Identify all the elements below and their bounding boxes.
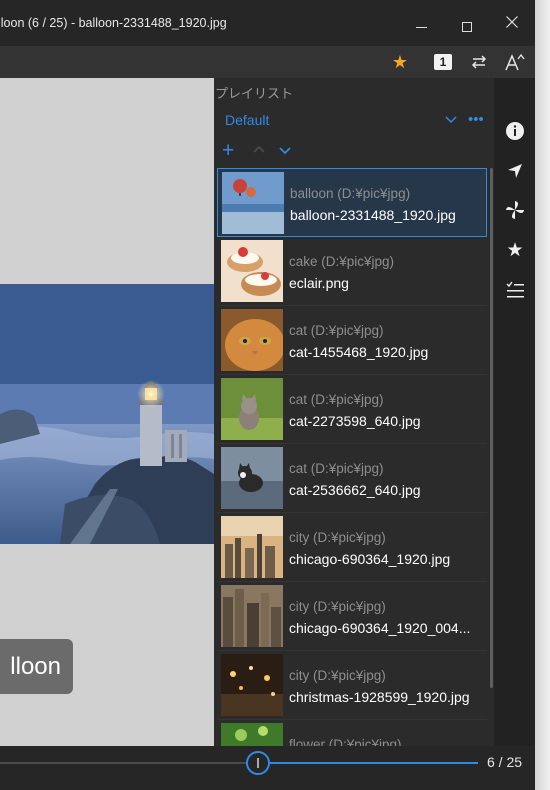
favorite-button[interactable]: ★ [390,46,410,78]
list-item[interactable]: cake (D:¥pic¥jpg) eclair.png [217,237,487,306]
minimize-button[interactable] [398,0,444,46]
thumbnail-cat [221,447,283,509]
navigate-button[interactable] [502,158,528,184]
item-name: cat-2536662_640.jpg [289,482,421,498]
item-name: chicago-690364_1920.jpg [289,551,451,567]
image-viewer[interactable]: lloon [0,78,214,746]
star-icon: ★ [391,51,409,72]
scrollbar-thumb[interactable] [490,168,493,688]
playlist-scrollbar[interactable] [490,168,493,728]
app-window: lloon (6 / 25) - balloon-2331488_1920.jp… [0,0,535,790]
list-item[interactable]: city (D:¥pic¥jpg) christmas-1928599_1920… [217,651,487,720]
maximize-icon [462,22,472,32]
list-item[interactable]: flower (D:¥pic¥jpg) [217,720,487,746]
playlist-dropdown-button[interactable] [444,112,458,131]
favorites-button[interactable]: ★ [502,237,528,263]
item-folder: cake (D:¥pic¥jpg) [289,254,395,269]
thumbnail-cat [221,309,283,371]
item-folder: balloon (D:¥pic¥jpg) [290,186,411,201]
item-folder: cat (D:¥pic¥jpg) [289,323,384,338]
favorite-star-icon: ★ [506,239,524,261]
move-up-button[interactable] [251,142,267,162]
item-folder: flower (D:¥pic¥jpg) [289,737,402,746]
right-sidebar: ★ [494,78,535,746]
add-to-playlist-button[interactable]: + [222,140,234,162]
checklist-icon [506,281,524,298]
thumbnail-city [221,585,283,647]
list-item[interactable]: cat (D:¥pic¥jpg) cat-2273598_640.jpg [217,375,487,444]
info-icon [506,122,524,140]
thumbnail-city [221,654,283,716]
chevron-down-icon [445,116,457,124]
item-name: eclair.png [289,275,349,291]
list-item[interactable]: city (D:¥pic¥jpg) chicago-690364_1920_00… [217,582,487,651]
thumbnail-cake [221,240,283,302]
swap-direction-icon [471,55,487,69]
window-shadow [535,0,550,790]
item-name: cat-1455468_1920.jpg [289,344,429,360]
font-size-button[interactable] [502,46,528,78]
slider-track-active[interactable] [268,762,478,764]
page-indicator: 6 / 25 [487,754,523,770]
slider-track[interactable] [0,762,247,764]
page-slider-bar: 6 / 25 [0,746,535,790]
info-button[interactable] [502,118,528,144]
window-title: lloon (6 / 25) - balloon-2331488_1920.jp… [0,16,227,30]
maximize-button[interactable] [444,0,490,46]
pinwheel-icon [506,201,524,219]
page-mode-label: 1 [434,54,452,70]
thumbnail-city [221,516,283,578]
font-size-icon [505,53,525,71]
item-name: cat-2273598_640.jpg [289,413,421,429]
item-folder: cat (D:¥pic¥jpg) [289,461,384,476]
slider-thumb[interactable] [246,751,270,775]
item-name: balloon-2331488_1920.jpg [290,207,456,223]
item-folder: city (D:¥pic¥jpg) [289,668,386,683]
chevron-down-icon [279,147,291,155]
swap-direction-button[interactable] [466,46,492,78]
item-folder: city (D:¥pic¥jpg) [289,530,386,545]
page-mode-button[interactable]: 1 [432,46,454,78]
playlist-selector[interactable]: Default [225,112,269,128]
playlist-title: プレイリスト [215,86,294,101]
effect-button[interactable] [502,197,528,223]
lighthouse-photo [0,284,214,544]
playlist-toggle-button[interactable] [502,277,528,303]
list-item[interactable]: city (D:¥pic¥jpg) chicago-690364_1920.jp… [217,513,487,582]
list-item[interactable]: cat (D:¥pic¥jpg) cat-1455468_1920.jpg [217,306,487,375]
list-item[interactable]: cat (D:¥pic¥jpg) cat-2536662_640.jpg [217,444,487,513]
list-item[interactable]: balloon (D:¥pic¥jpg) balloon-2331488_192… [217,168,487,237]
move-down-button[interactable] [277,142,293,162]
chevron-up-icon [253,145,265,153]
item-folder: city (D:¥pic¥jpg) [289,599,386,614]
toolbar: ★ 1 [0,46,535,78]
playlist-more-button[interactable]: ••• [468,111,484,128]
thumbnail-balloon [222,172,284,234]
close-icon [506,16,518,28]
item-name: chicago-690364_1920_004... [289,620,471,636]
item-folder: cat (D:¥pic¥jpg) [289,392,384,407]
item-name: christmas-1928599_1920.jpg [289,689,470,705]
playlist-panel: プレイリスト Default ••• + balloon (D:¥pic¥jpg… [214,78,494,746]
minimize-icon [416,27,427,28]
playlist-items: balloon (D:¥pic¥jpg) balloon-2331488_192… [217,168,487,746]
thumbnail-flower [221,723,283,746]
navigate-icon [508,164,522,178]
slider-thumb-grip [257,758,259,768]
image-caption: lloon [0,639,73,694]
thumbnail-cat [221,378,283,440]
close-button[interactable] [489,0,535,46]
title-bar: lloon (6 / 25) - balloon-2331488_1920.jp… [0,0,535,46]
